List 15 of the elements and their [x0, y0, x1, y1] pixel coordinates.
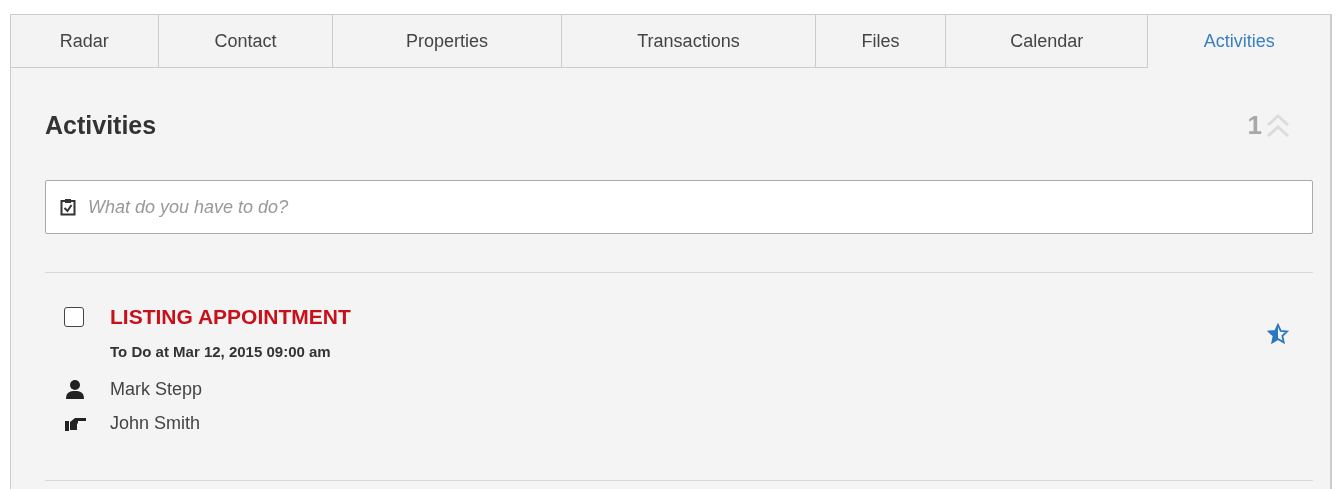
tab[interactable]: Properties	[333, 14, 562, 68]
tab[interactable]: Transactions	[561, 14, 817, 68]
tab[interactable]: Files	[816, 14, 946, 68]
activity-count: 1	[1247, 109, 1262, 141]
tab[interactable]: Contact	[158, 14, 334, 68]
section-title: Activities	[45, 110, 157, 140]
person-name: John Smith	[110, 412, 201, 434]
tab[interactable]: Calendar	[945, 14, 1149, 68]
activity-title[interactable]: LISTING APPOINTMENT	[110, 305, 351, 329]
checkbox[interactable]	[64, 307, 84, 327]
person-name: Mark Stepp	[110, 378, 203, 400]
tab[interactable]: Radar	[11, 14, 159, 68]
star-icon[interactable]	[1267, 323, 1289, 345]
input-field[interactable]: What do you have to do?	[45, 180, 1313, 234]
due-date: To Do at Mar 12, 2015 09:00 am	[110, 343, 332, 360]
